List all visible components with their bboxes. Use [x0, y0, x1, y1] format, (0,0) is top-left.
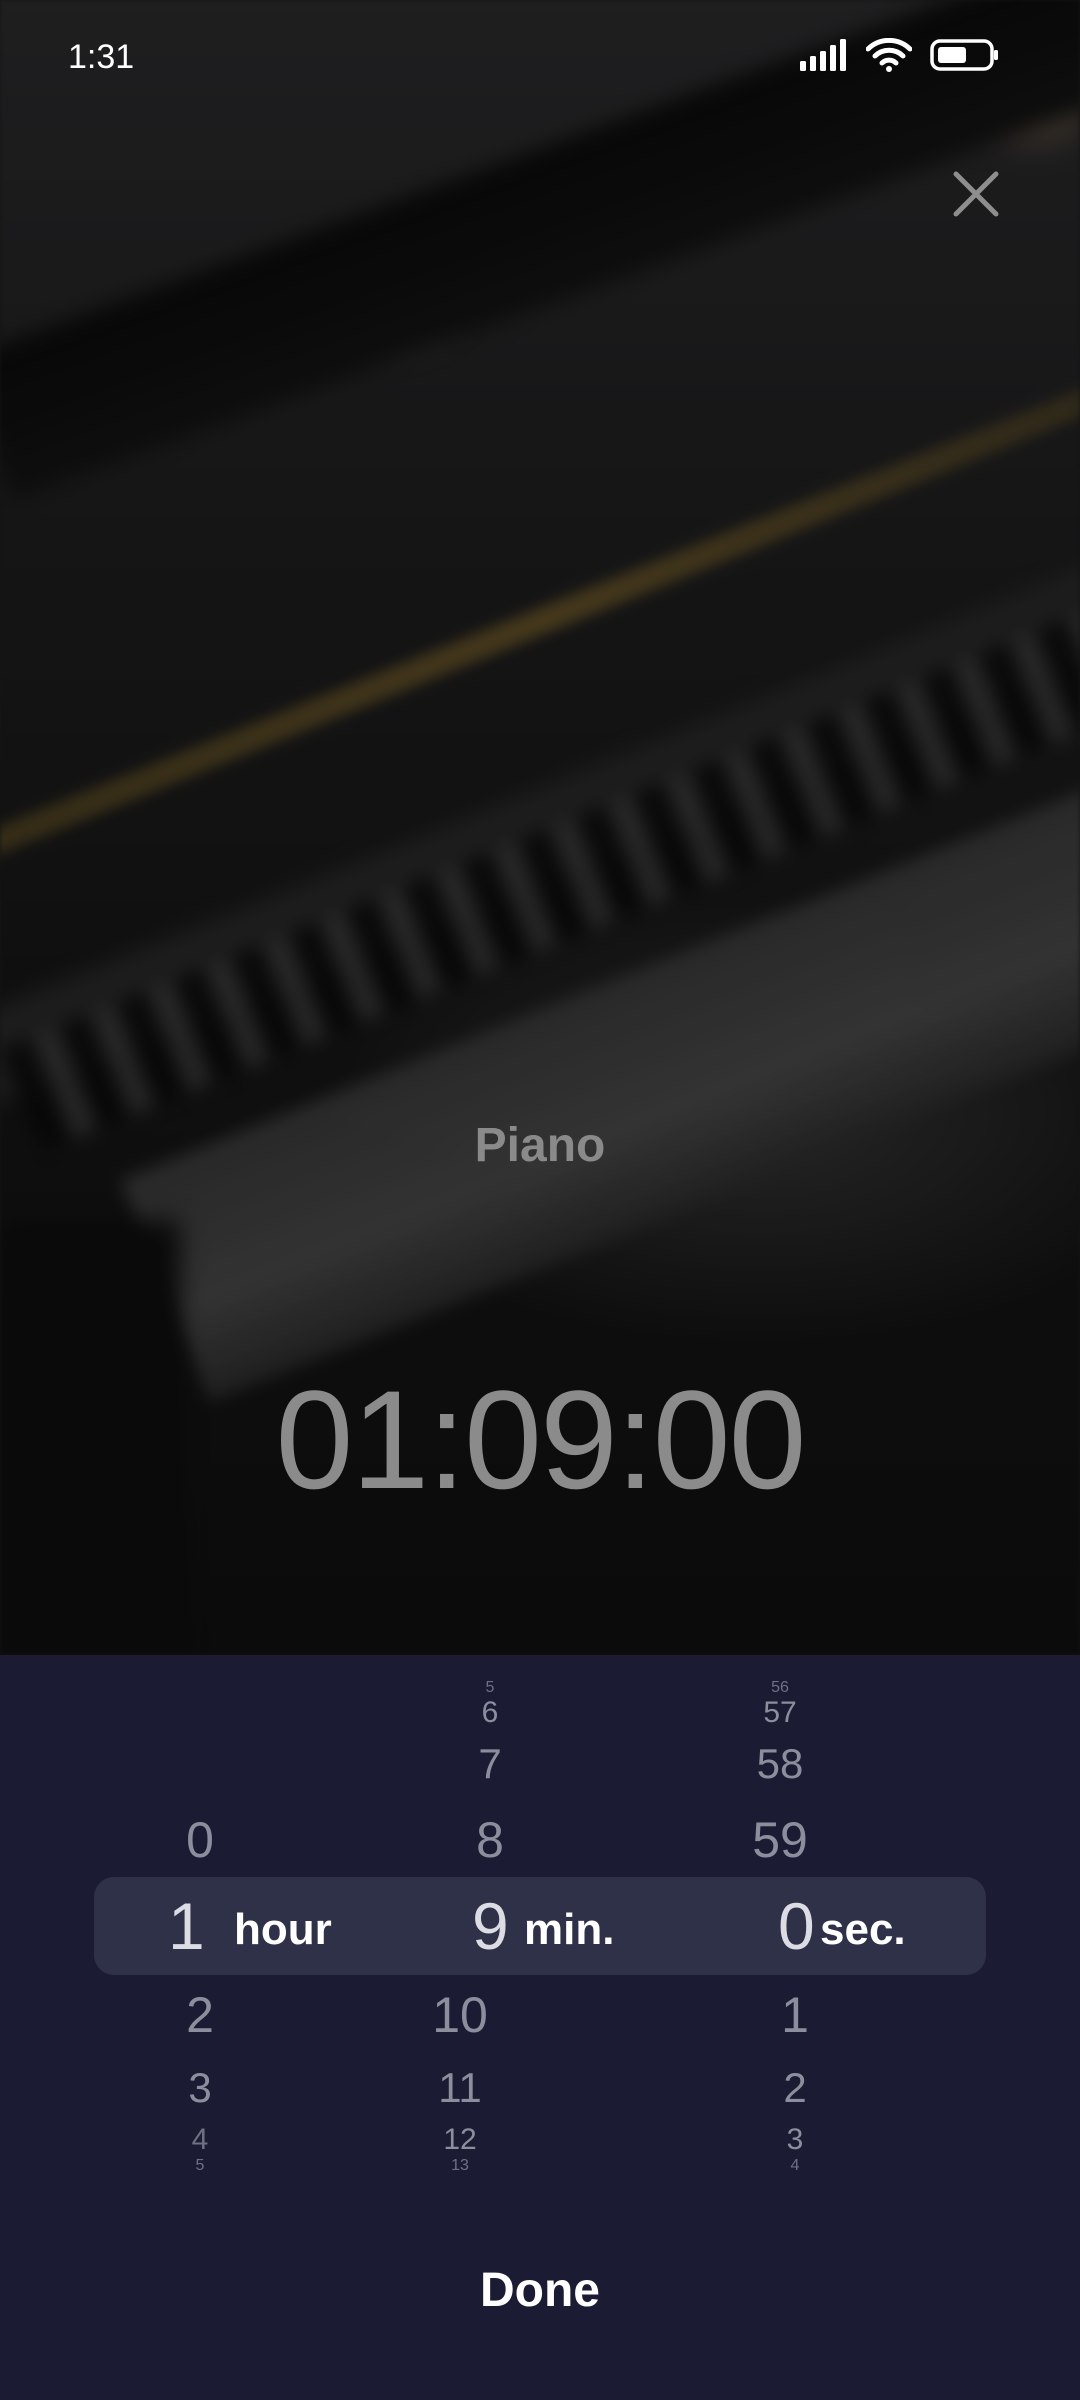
picker-option[interactable]: 3: [60, 2067, 340, 2109]
close-icon: [952, 170, 1000, 223]
status-clock: 1:31: [68, 38, 135, 76]
picker-option[interactable]: 12: [320, 2125, 600, 2155]
done-button[interactable]: Done: [390, 2250, 690, 2330]
selected-second[interactable]: 0: [778, 1893, 815, 1959]
picker-option[interactable]: 0: [60, 1815, 340, 1865]
picker-option[interactable]: 58: [640, 1743, 920, 1785]
signal-icon: [800, 39, 848, 76]
sound-title: Piano: [474, 1119, 606, 1172]
selected-hour[interactable]: 1: [168, 1893, 205, 1959]
wifi-icon: [865, 37, 913, 77]
close-button[interactable]: [946, 166, 1006, 226]
picker-option[interactable]: 1: [655, 1990, 935, 2040]
picker-option[interactable]: 59: [640, 1815, 920, 1865]
picker-option[interactable]: 2: [655, 2067, 935, 2109]
status-bar: 1:31: [0, 0, 1080, 120]
picker-option[interactable]: 13: [320, 2158, 600, 2174]
picker-option[interactable]: 10: [320, 1990, 600, 2040]
picker-option[interactable]: 8: [350, 1815, 630, 1865]
picker-option[interactable]: 3: [655, 2125, 935, 2155]
picker-option[interactable]: 4: [60, 2125, 340, 2155]
picker-option[interactable]: 11: [320, 2067, 600, 2109]
hour-unit-label: hour: [234, 1905, 332, 1954]
picker-option[interactable]: 56: [640, 1680, 920, 1696]
picker-option[interactable]: 7: [350, 1743, 630, 1785]
picker-option[interactable]: 4: [655, 2158, 935, 2174]
battery-icon: [930, 38, 1000, 77]
second-unit-label: sec.: [820, 1905, 906, 1954]
selected-minute[interactable]: 9: [472, 1893, 509, 1959]
picker-option[interactable]: 5: [60, 2158, 340, 2174]
picker-option[interactable]: 57: [640, 1698, 920, 1728]
picker-option[interactable]: 2: [60, 1990, 340, 2040]
picker-option[interactable]: 5: [350, 1680, 630, 1696]
minute-unit-label: min.: [524, 1905, 615, 1954]
picker-option[interactable]: 6: [350, 1698, 630, 1728]
timer-display: 01:09:00: [275, 1361, 807, 1518]
